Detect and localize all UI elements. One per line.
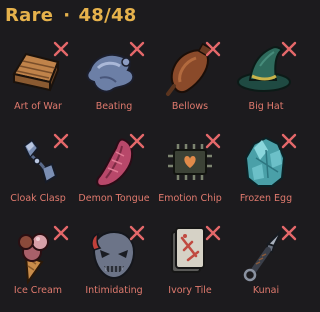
relic-card-beating[interactable]: Beating [76, 36, 152, 128]
relic-label: Big Hat [248, 101, 284, 112]
not-owned-cross-icon [53, 133, 69, 149]
relic-card-kunai[interactable]: Kunai [228, 220, 304, 312]
not-owned-cross-icon [129, 133, 145, 149]
relic-card-bellows[interactable]: Bellows [152, 36, 228, 128]
relic-label: Beating [95, 101, 133, 112]
relic-card-cloak-clasp[interactable]: Cloak Clasp [0, 128, 76, 220]
collection-header: Rare · 48/48 [5, 2, 137, 28]
rarity-title: Rare [5, 4, 54, 26]
relic-label: Ice Cream [13, 285, 63, 296]
not-owned-cross-icon [129, 225, 145, 241]
relic-label: Emotion Chip [158, 193, 222, 204]
relic-card-intimidating[interactable]: Intimidating [76, 220, 152, 312]
relic-card-ivory-tile[interactable]: Ivory Tile [152, 220, 228, 312]
relic-card-big-hat[interactable]: Big Hat [228, 36, 304, 128]
relic-card-emotion-chip[interactable]: Emotion Chip [152, 128, 228, 220]
relic-card-art-of-war[interactable]: Art of War [0, 36, 76, 128]
not-owned-cross-icon [129, 41, 145, 57]
not-owned-cross-icon [53, 225, 69, 241]
relic-grid: Art of War Beating Bellows Big Hat Cloak… [0, 36, 304, 312]
relic-label: Art of War [14, 101, 62, 112]
not-owned-cross-icon [281, 225, 297, 241]
not-owned-cross-icon [205, 225, 221, 241]
relic-label: Kunai [252, 285, 280, 296]
relic-label: Frozen Egg [239, 193, 293, 204]
not-owned-cross-icon [281, 41, 297, 57]
relic-label: Intimidating [85, 285, 143, 296]
relic-card-demon-tongue[interactable]: Demon Tongue [76, 128, 152, 220]
relic-card-ice-cream[interactable]: Ice Cream [0, 220, 76, 312]
relic-label: Demon Tongue [78, 193, 150, 204]
relic-card-frozen-egg[interactable]: Frozen Egg [228, 128, 304, 220]
relic-label: Bellows [171, 101, 209, 112]
not-owned-cross-icon [205, 133, 221, 149]
relic-label: Ivory Tile [168, 285, 212, 296]
not-owned-cross-icon [205, 41, 221, 57]
not-owned-cross-icon [53, 41, 69, 57]
collection-count: 48/48 [78, 4, 137, 26]
relic-label: Cloak Clasp [10, 193, 66, 204]
not-owned-cross-icon [281, 133, 297, 149]
header-separator: · [63, 4, 71, 26]
